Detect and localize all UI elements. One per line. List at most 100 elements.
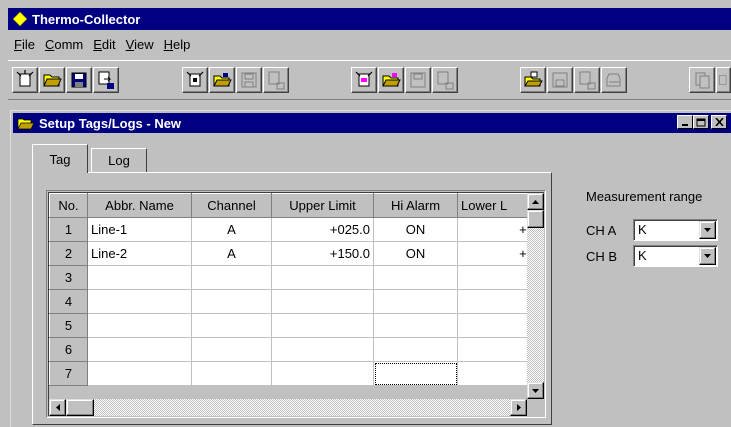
hi-alarm-cell[interactable]	[373, 265, 458, 290]
arrow-right-icon	[516, 404, 521, 411]
save-tag-as-button[interactable]	[263, 67, 289, 93]
open-log-button[interactable]	[378, 67, 404, 93]
column-header-no[interactable]: No.	[49, 193, 88, 218]
row-number[interactable]: 6	[49, 337, 88, 362]
channel-cell[interactable]	[191, 289, 272, 314]
upper-limit-cell[interactable]	[271, 361, 374, 386]
ch-b-range-value: K	[638, 248, 647, 263]
row-number[interactable]: 4	[49, 289, 88, 314]
save-log-as-button[interactable]	[432, 67, 458, 93]
scroll-right-button[interactable]	[510, 399, 527, 416]
open-tag-button[interactable]	[209, 67, 235, 93]
ch-b-range-select[interactable]: K	[633, 245, 718, 267]
upper-limit-cell[interactable]	[271, 265, 374, 290]
menu-help[interactable]: Help	[160, 37, 197, 52]
vertical-scroll-thumb[interactable]	[527, 210, 544, 228]
scroll-up-button[interactable]	[527, 193, 544, 210]
vertical-scrollbar[interactable]	[527, 193, 544, 399]
restore-button[interactable]	[693, 115, 709, 129]
abbr-name-cell[interactable]	[87, 313, 192, 338]
hi-alarm-cell[interactable]	[373, 313, 458, 338]
menu-bar: File Comm Edit View Help	[8, 32, 731, 56]
channel-cell[interactable]	[191, 265, 272, 290]
setup-window-title-bar[interactable]: Setup Tags/Logs - New	[13, 113, 731, 133]
hi-alarm-cell[interactable]: ON	[373, 217, 458, 242]
ch-a-range-value: K	[638, 222, 647, 237]
scroll-down-button[interactable]	[527, 382, 544, 399]
open-button[interactable]	[39, 67, 65, 93]
abbr-name-cell[interactable]: Line-2	[87, 241, 192, 266]
tab-log-label: Log	[108, 153, 130, 168]
channel-cell[interactable]	[191, 361, 272, 386]
upper-limit-cell[interactable]: +025.0	[271, 217, 374, 242]
lower-limit-cell[interactable]	[457, 313, 538, 338]
save-tag-button[interactable]	[236, 67, 262, 93]
scroll-left-button[interactable]	[49, 399, 66, 416]
tab-tag[interactable]: Tag	[32, 144, 88, 173]
save-button[interactable]	[66, 67, 92, 93]
channel-cell[interactable]: A	[191, 241, 272, 266]
channel-cell[interactable]	[191, 313, 272, 338]
channel-cell[interactable]	[191, 337, 272, 362]
hi-alarm-cell[interactable]	[373, 361, 458, 386]
row-number[interactable]: 7	[49, 361, 88, 386]
hi-alarm-cell[interactable]: ON	[373, 241, 458, 266]
menu-edit[interactable]: Edit	[89, 37, 121, 52]
open-log-icon	[382, 73, 401, 87]
abbr-name-cell[interactable]	[87, 265, 192, 290]
upper-limit-cell[interactable]	[271, 289, 374, 314]
save-data-button[interactable]	[547, 67, 573, 93]
row-number[interactable]: 2	[49, 241, 88, 266]
menu-view[interactable]: View	[122, 37, 160, 52]
save-log-button[interactable]	[405, 67, 431, 93]
column-header-lower-limit[interactable]: Lower L	[457, 193, 538, 218]
upper-limit-cell[interactable]	[271, 337, 374, 362]
save-as-button[interactable]	[93, 67, 119, 93]
app-diamond-icon	[12, 11, 28, 27]
abbr-name-cell[interactable]	[87, 289, 192, 314]
horizontal-scrollbar[interactable]	[49, 399, 527, 416]
ch-b-dropdown-button[interactable]	[699, 247, 716, 265]
print-button[interactable]	[601, 67, 627, 93]
open-data-button[interactable]	[520, 67, 546, 93]
new-button[interactable]	[12, 67, 38, 93]
paste-button[interactable]	[716, 67, 731, 93]
window-controls	[677, 115, 727, 129]
row-number[interactable]: 1	[49, 217, 88, 242]
save-as-icon	[98, 71, 114, 89]
lower-limit-cell[interactable]	[457, 361, 538, 386]
channel-cell[interactable]: A	[191, 217, 272, 242]
menu-file[interactable]: File	[10, 37, 41, 52]
upper-limit-cell[interactable]	[271, 313, 374, 338]
abbr-name-cell[interactable]	[87, 361, 192, 386]
new-tag-button[interactable]	[182, 67, 208, 93]
minimize-button[interactable]	[677, 115, 693, 129]
hi-alarm-cell[interactable]	[373, 337, 458, 362]
abbr-name-cell[interactable]	[87, 337, 192, 362]
menu-comm[interactable]: Comm	[41, 37, 89, 52]
ch-a-range-select[interactable]: K	[633, 219, 718, 241]
lower-limit-cell[interactable]	[457, 337, 538, 362]
lower-limit-cell[interactable]: +1	[457, 241, 538, 266]
column-header-upper-limit[interactable]: Upper Limit	[271, 193, 374, 218]
new-log-button[interactable]	[351, 67, 377, 93]
table-row: 1 Line-1 A +025.0 ON +0	[49, 217, 538, 242]
lower-limit-cell[interactable]	[457, 289, 538, 314]
tab-log[interactable]: Log	[91, 148, 147, 172]
row-number[interactable]: 5	[49, 313, 88, 338]
copy-button[interactable]	[689, 67, 715, 93]
column-header-hi-alarm[interactable]: Hi Alarm	[373, 193, 458, 218]
lower-limit-cell[interactable]	[457, 265, 538, 290]
close-button[interactable]	[711, 115, 727, 129]
abbr-name-cell[interactable]: Line-1	[87, 217, 192, 242]
app-title-bar[interactable]: Thermo-Collector	[8, 8, 731, 30]
upper-limit-cell[interactable]: +150.0	[271, 241, 374, 266]
column-header-abbr-name[interactable]: Abbr. Name	[87, 193, 192, 218]
lower-limit-cell[interactable]: +0	[457, 217, 538, 242]
column-header-channel[interactable]: Channel	[191, 193, 272, 218]
row-number[interactable]: 3	[49, 265, 88, 290]
hi-alarm-cell[interactable]	[373, 289, 458, 314]
horizontal-scroll-thumb[interactable]	[66, 399, 94, 416]
ch-a-dropdown-button[interactable]	[699, 221, 716, 239]
save-data-as-button[interactable]	[574, 67, 600, 93]
